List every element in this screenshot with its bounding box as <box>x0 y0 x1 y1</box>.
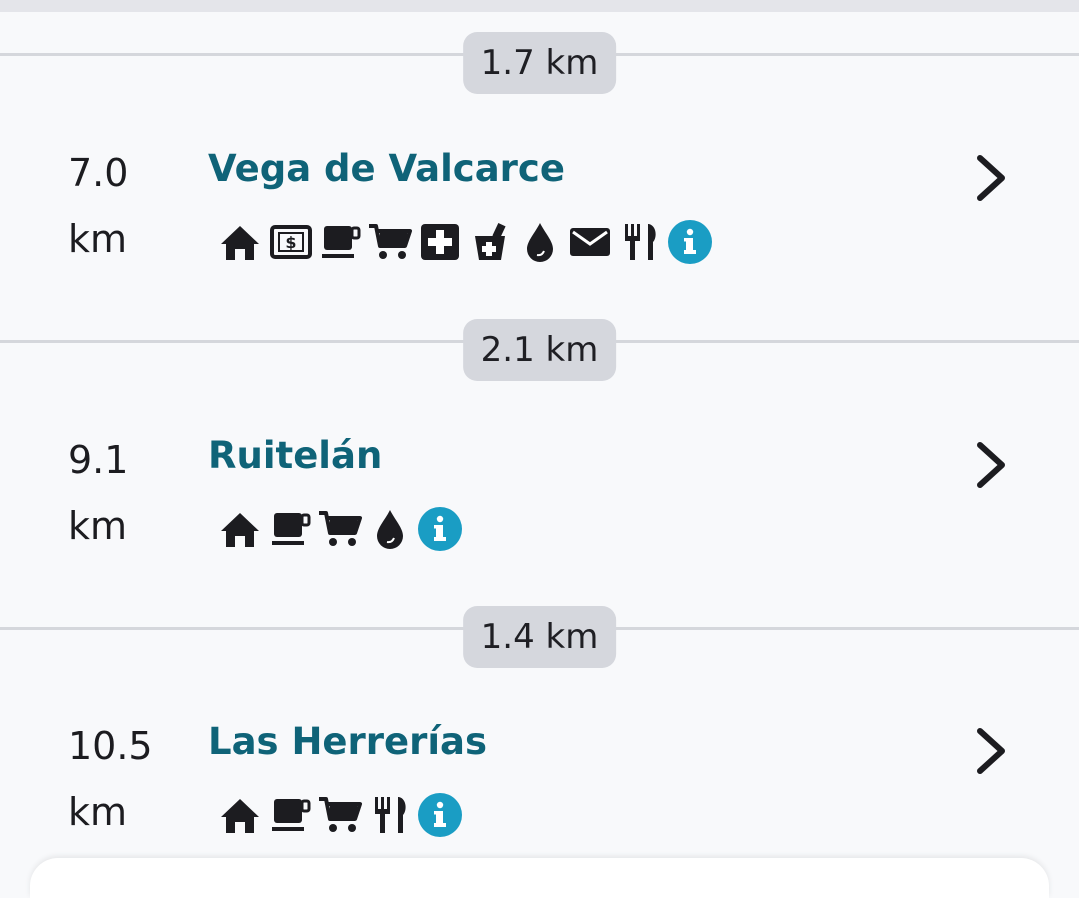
stop-distance: 7.0 km <box>68 151 129 261</box>
water-icon <box>515 216 565 268</box>
pharmacy-icon <box>465 216 515 268</box>
restaurant-icon <box>615 216 665 268</box>
top-strip <box>0 0 1079 12</box>
atm-icon: $ <box>265 216 315 268</box>
segment-distance: 1.4 km <box>0 606 1079 670</box>
segment-distance-pill: 2.1 km <box>462 319 617 381</box>
house-icon <box>215 789 265 841</box>
cart-icon <box>315 789 365 841</box>
medical-icon <box>415 216 465 268</box>
info-icon[interactable] <box>415 789 465 841</box>
info-icon[interactable] <box>415 503 465 555</box>
coffee-icon <box>315 216 365 268</box>
services-list <box>215 503 465 555</box>
chevron-right-icon[interactable] <box>968 723 1014 779</box>
info-icon[interactable] <box>665 216 715 268</box>
coffee-icon <box>265 503 315 555</box>
chevron-right-icon[interactable] <box>968 150 1014 206</box>
bottom-sheet[interactable] <box>30 858 1049 898</box>
stop-distance: 9.1 km <box>68 438 129 548</box>
svg-text:$: $ <box>285 233 296 252</box>
chevron-right-icon[interactable] <box>968 437 1014 493</box>
stop-name: Las Herrerías <box>208 720 488 763</box>
mail-icon <box>565 216 615 268</box>
restaurant-icon <box>365 789 415 841</box>
segment-distance: 2.1 km <box>0 319 1079 383</box>
water-icon <box>365 503 415 555</box>
stop-distance: 10.5 km <box>68 724 153 834</box>
services-list: $ <box>215 216 715 268</box>
stop-row-vega-de-valcarce[interactable]: 7.0 km Vega de Valcarce $ <box>0 140 1079 320</box>
segment-distance: 1.7 km <box>0 32 1079 96</box>
stop-name: Vega de Valcarce <box>208 147 565 190</box>
segment-distance-pill: 1.7 km <box>462 32 617 94</box>
cart-icon <box>365 216 415 268</box>
services-list <box>215 789 465 841</box>
coffee-icon <box>265 789 315 841</box>
house-icon <box>215 216 265 268</box>
stop-row-ruitelan[interactable]: 9.1 km Ruitelán <box>0 427 1079 607</box>
cart-icon <box>315 503 365 555</box>
house-icon <box>215 503 265 555</box>
segment-distance-pill: 1.4 km <box>462 606 617 668</box>
stop-name: Ruitelán <box>208 434 383 477</box>
